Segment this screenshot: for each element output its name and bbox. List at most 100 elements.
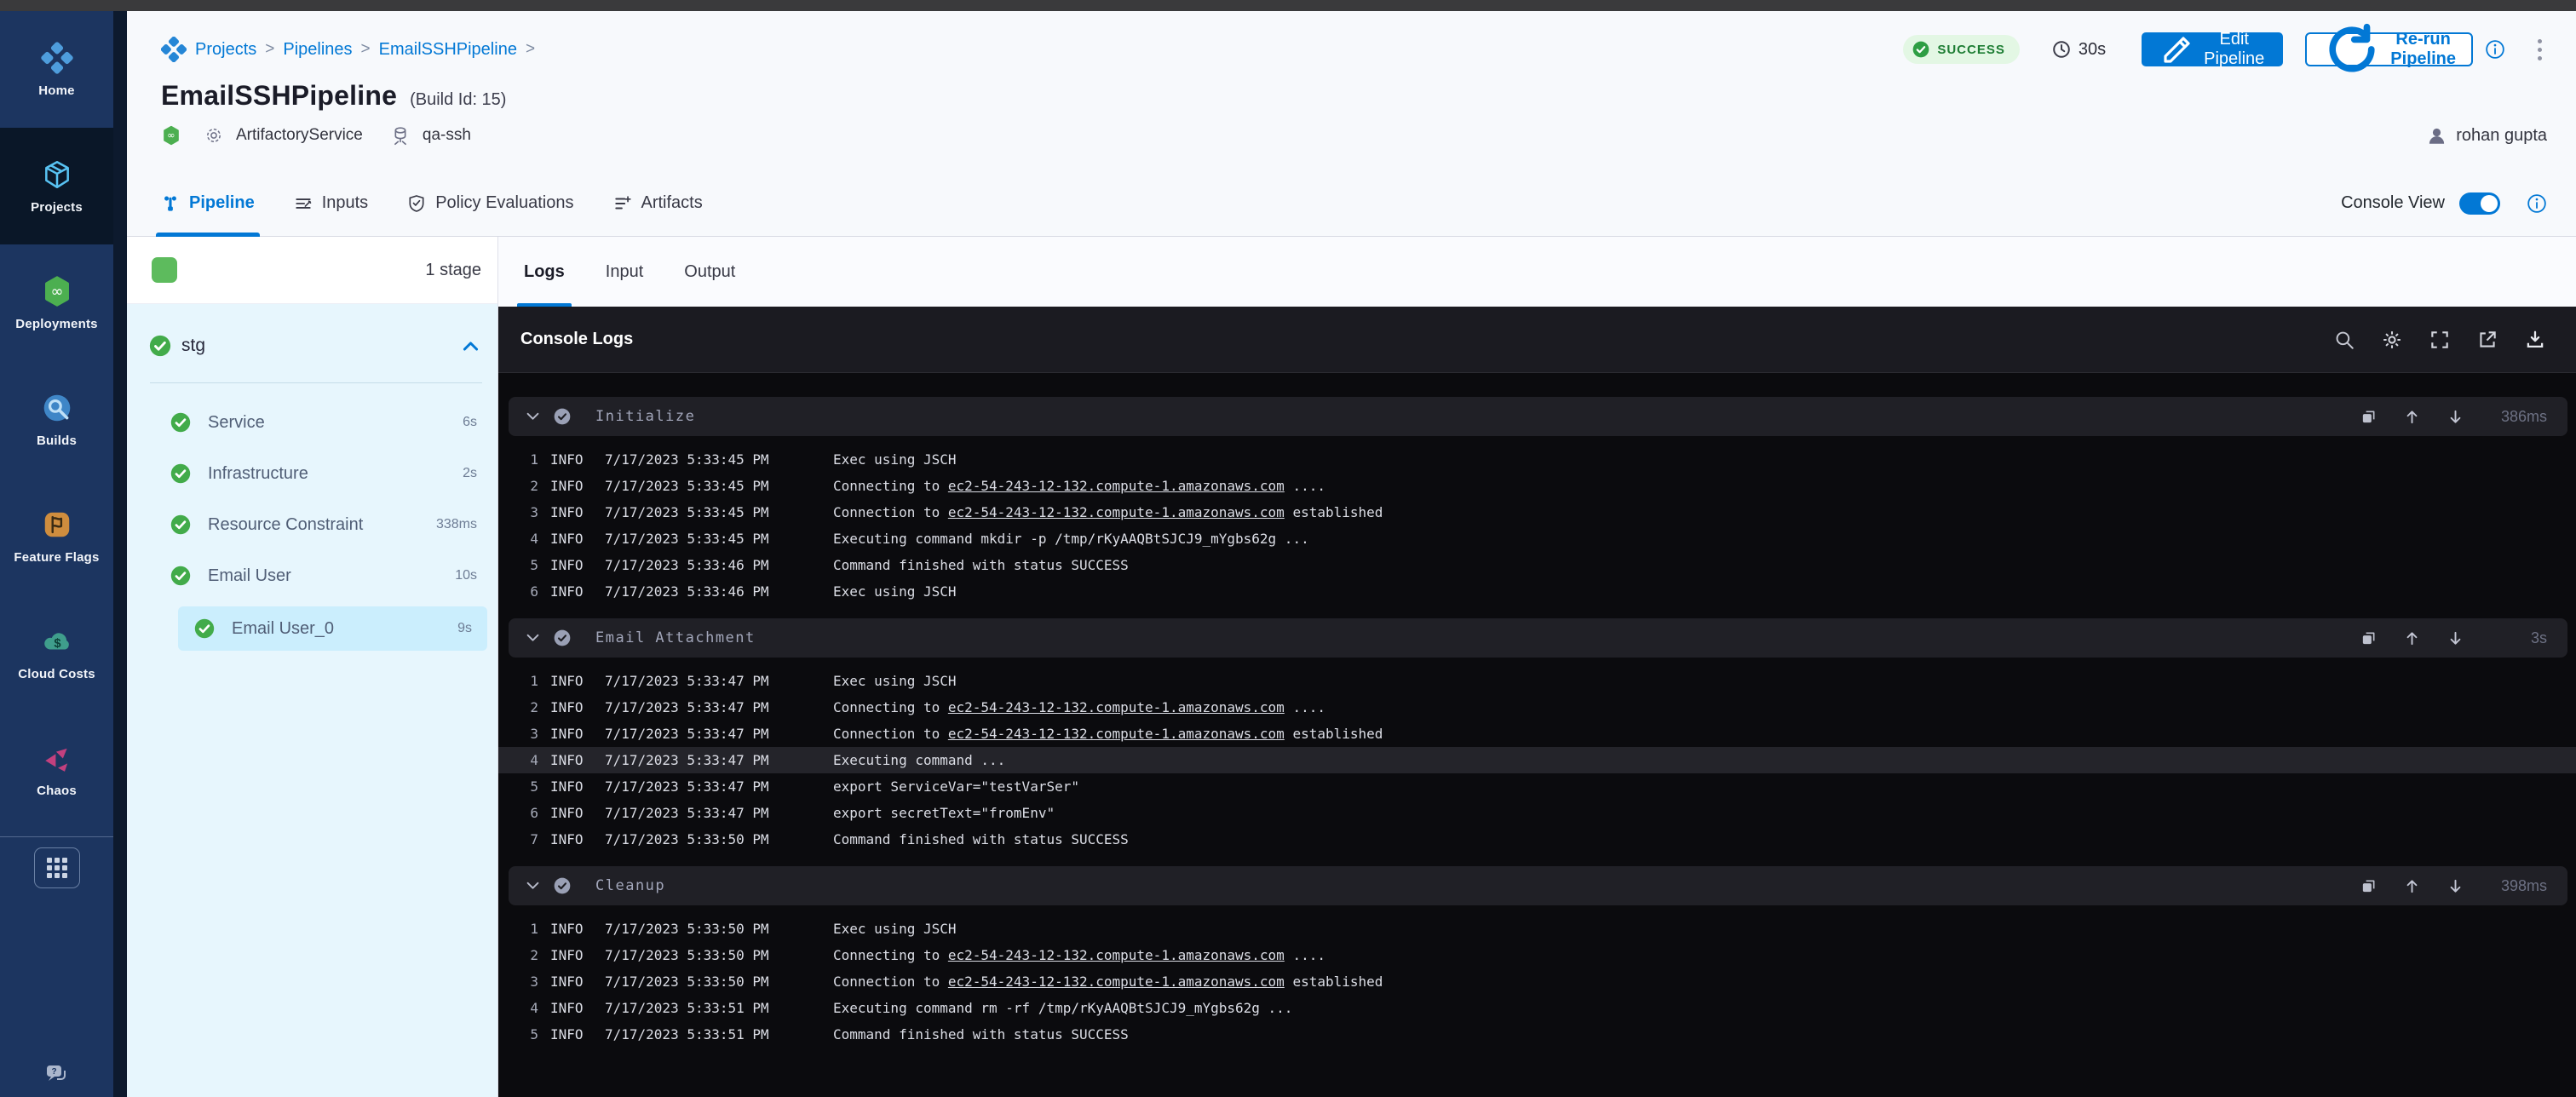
- service-name[interactable]: ArtifactoryService: [236, 126, 363, 145]
- home-icon: [41, 42, 73, 74]
- help-button[interactable]: ? HELP: [0, 1061, 113, 1097]
- log-line[interactable]: 6INFO7/17/2023 5:33:46 PMExec using JSCH: [498, 578, 2576, 605]
- scroll-to-bottom-icon[interactable]: [2447, 409, 2464, 425]
- scroll-to-bottom-icon[interactable]: [2447, 878, 2464, 894]
- log-line[interactable]: 3INFO7/17/2023 5:33:47 PMConnection to e…: [498, 721, 2576, 747]
- section-chevron-down-icon[interactable]: [526, 882, 539, 890]
- log-line[interactable]: 3INFO7/17/2023 5:33:50 PMConnection to e…: [498, 968, 2576, 995]
- rerun-info-icon[interactable]: [2485, 39, 2505, 60]
- step-duration: 10s: [455, 568, 477, 583]
- step-item-resource-constraint[interactable]: Resource Constraint338ms: [127, 499, 497, 550]
- scroll-to-top-icon[interactable]: [2404, 878, 2420, 894]
- tab-output[interactable]: Output: [681, 237, 739, 307]
- more-options-menu[interactable]: [2533, 34, 2547, 66]
- stage-status-square[interactable]: [152, 257, 177, 283]
- step-name: Email User_0: [232, 619, 334, 639]
- open-in-new-icon[interactable]: [2476, 329, 2498, 351]
- window-chrome-bar: [0, 0, 2576, 11]
- console-view-toggle[interactable]: [2459, 192, 2500, 215]
- log-line[interactable]: 5INFO7/17/2023 5:33:51 PMCommand finishe…: [498, 1021, 2576, 1048]
- breadcrumb-pipeline-name[interactable]: EmailSSHPipeline: [379, 40, 517, 60]
- log-line[interactable]: 1INFO7/17/2023 5:33:45 PMExec using JSCH: [498, 446, 2576, 473]
- log-section-header[interactable]: Initialize386ms: [509, 397, 2567, 436]
- log-host-link[interactable]: ec2-54-243-12-132.compute-1.amazonaws.co…: [948, 478, 1285, 494]
- log-host-link[interactable]: ec2-54-243-12-132.compute-1.amazonaws.co…: [948, 974, 1285, 990]
- log-line[interactable]: 2INFO7/17/2023 5:33:45 PMConnecting to e…: [498, 473, 2576, 499]
- log-line[interactable]: 4INFO7/17/2023 5:33:45 PMExecuting comma…: [498, 526, 2576, 552]
- copy-logs-icon[interactable]: [2360, 878, 2377, 894]
- section-success-icon: [554, 408, 571, 425]
- edit-pipeline-button[interactable]: Edit Pipeline: [2142, 32, 2283, 66]
- tab-inputs[interactable]: Inputs: [294, 170, 368, 236]
- log-line[interactable]: 2INFO7/17/2023 5:33:47 PMConnecting to e…: [498, 694, 2576, 721]
- log-text: Connecting to: [833, 478, 948, 494]
- log-line[interactable]: 1INFO7/17/2023 5:33:47 PMExec using JSCH: [498, 668, 2576, 694]
- log-host-link[interactable]: ec2-54-243-12-132.compute-1.amazonaws.co…: [948, 504, 1285, 520]
- log-level: INFO: [550, 1026, 595, 1042]
- section-chevron-down-icon[interactable]: [526, 412, 539, 421]
- log-message: Exec using JSCH: [833, 673, 957, 689]
- sidebar-item-projects[interactable]: Projects: [0, 128, 113, 244]
- breadcrumb-pipelines[interactable]: Pipelines: [283, 40, 352, 60]
- scroll-to-top-icon[interactable]: [2404, 630, 2420, 646]
- fullscreen-icon[interactable]: [2429, 329, 2451, 351]
- log-level: INFO: [550, 778, 595, 795]
- log-settings-gear-icon[interactable]: [2381, 329, 2403, 351]
- pipeline-icon: [161, 194, 180, 213]
- log-line[interactable]: 6INFO7/17/2023 5:33:47 PMexport secretTe…: [498, 800, 2576, 826]
- scroll-to-top-icon[interactable]: [2404, 409, 2420, 425]
- log-line[interactable]: 2INFO7/17/2023 5:33:50 PMConnecting to e…: [498, 942, 2576, 968]
- section-chevron-down-icon[interactable]: [526, 634, 539, 642]
- scroll-to-bottom-icon[interactable]: [2447, 630, 2464, 646]
- log-level: INFO: [550, 752, 595, 768]
- deployment-service-icon: ∞: [161, 125, 181, 146]
- tab-input[interactable]: Input: [602, 237, 647, 307]
- rerun-pipeline-button[interactable]: Re-run Pipeline: [2305, 32, 2473, 66]
- log-line-number: 3: [498, 974, 538, 990]
- infrastructure-name[interactable]: qa-ssh: [423, 126, 471, 145]
- sidebar-item-feature-flags[interactable]: Feature Flags: [0, 478, 113, 594]
- module-sidebar: HomeProjects∞DeploymentsBuildsFeature Fl…: [0, 11, 113, 1097]
- step-item-infrastructure[interactable]: Infrastructure2s: [127, 448, 497, 499]
- sidebar-item-home[interactable]: Home: [0, 11, 113, 128]
- sidebar-item-deployments[interactable]: ∞Deployments: [0, 244, 113, 361]
- log-text: ....: [1285, 699, 1325, 715]
- step-item-email-user[interactable]: Email User10s: [127, 550, 497, 601]
- log-line[interactable]: 1INFO7/17/2023 5:33:50 PMExec using JSCH: [498, 916, 2576, 942]
- log-line[interactable]: 5INFO7/17/2023 5:33:46 PMCommand finishe…: [498, 552, 2576, 578]
- log-message: Connecting to ec2-54-243-12-132.compute-…: [833, 947, 1325, 963]
- collapse-stage-chevron-icon[interactable]: [463, 341, 479, 352]
- log-message: Executing command mkdir -p /tmp/rKyAAQBt…: [833, 531, 1309, 547]
- tab-logs[interactable]: Logs: [520, 237, 568, 307]
- stage-item-stg[interactable]: stg: [149, 335, 479, 357]
- console-view-info-icon[interactable]: [2527, 193, 2547, 214]
- copy-logs-icon[interactable]: [2360, 630, 2377, 646]
- log-line[interactable]: 5INFO7/17/2023 5:33:47 PMexport ServiceV…: [498, 773, 2576, 800]
- log-text: Executing command ...: [833, 752, 1005, 768]
- sidebar-nav: HomeProjects∞DeploymentsBuildsFeature Fl…: [0, 11, 113, 828]
- search-icon[interactable]: [2333, 329, 2355, 351]
- log-line[interactable]: 7INFO7/17/2023 5:33:50 PMCommand finishe…: [498, 826, 2576, 853]
- tab-pipeline[interactable]: Pipeline: [161, 170, 255, 236]
- step-item-email-user-0[interactable]: Email User_09s: [178, 606, 487, 651]
- download-icon[interactable]: [2524, 329, 2546, 351]
- sidebar-item-builds[interactable]: Builds: [0, 361, 113, 478]
- sidebar-item-chaos[interactable]: Chaos: [0, 711, 113, 828]
- copy-logs-icon[interactable]: [2360, 409, 2377, 425]
- step-item-service[interactable]: Service6s: [127, 397, 497, 448]
- breadcrumb-projects[interactable]: Projects: [195, 40, 256, 60]
- tab-policy-evaluations[interactable]: Policy Evaluations: [407, 170, 573, 236]
- elapsed-value: 30s: [2079, 40, 2106, 60]
- sidebar-item-cloud-costs[interactable]: $Cloud Costs: [0, 594, 113, 711]
- log-host-link[interactable]: ec2-54-243-12-132.compute-1.amazonaws.co…: [948, 726, 1285, 742]
- log-section-header[interactable]: Email Attachment3s: [509, 618, 2567, 658]
- log-line[interactable]: 4INFO7/17/2023 5:33:51 PMExecuting comma…: [498, 995, 2576, 1021]
- log-host-link[interactable]: ec2-54-243-12-132.compute-1.amazonaws.co…: [948, 947, 1285, 963]
- log-section-header[interactable]: Cleanup398ms: [509, 866, 2567, 905]
- log-line[interactable]: 3INFO7/17/2023 5:33:45 PMConnection to e…: [498, 499, 2576, 526]
- tab-artifacts[interactable]: Artifacts: [613, 170, 703, 236]
- log-message: Executing command rm -rf /tmp/rKyAAQBtSJ…: [833, 1000, 1292, 1016]
- log-line[interactable]: 4INFO7/17/2023 5:33:47 PMExecuting comma…: [498, 747, 2576, 773]
- log-host-link[interactable]: ec2-54-243-12-132.compute-1.amazonaws.co…: [948, 699, 1285, 715]
- module-grid-button[interactable]: [34, 847, 80, 888]
